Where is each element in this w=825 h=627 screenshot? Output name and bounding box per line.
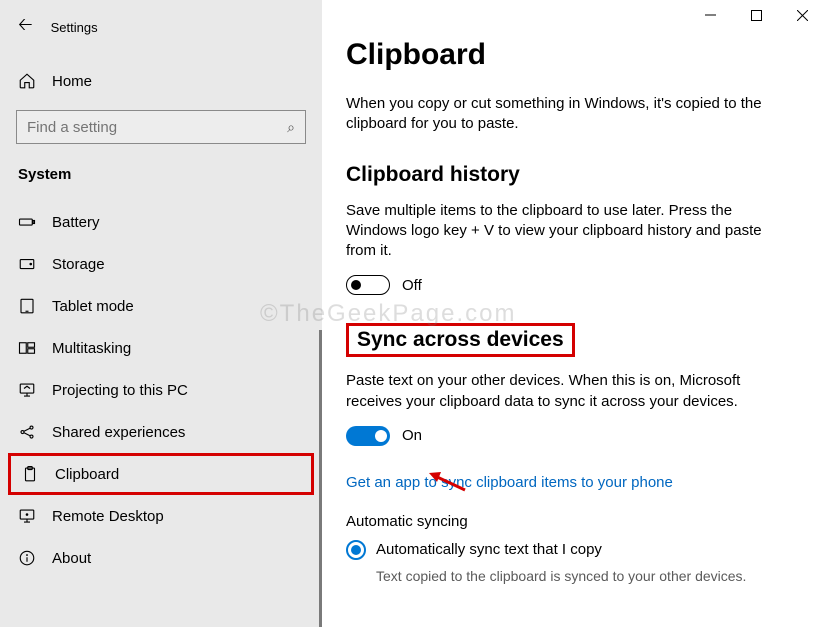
history-heading: Clipboard history bbox=[346, 163, 789, 187]
remote-icon bbox=[18, 507, 36, 525]
battery-icon bbox=[18, 213, 36, 231]
nav-label: Storage bbox=[52, 256, 105, 273]
minimize-icon bbox=[705, 10, 716, 21]
nav-label: About bbox=[52, 550, 91, 567]
sidebar-item-remote[interactable]: Remote Desktop bbox=[0, 495, 322, 537]
window-controls bbox=[687, 0, 825, 30]
auto-sync-radio-label: Automatically sync text that I copy bbox=[376, 541, 602, 558]
sidebar-item-battery[interactable]: Battery bbox=[0, 201, 322, 243]
window-title: Settings bbox=[51, 20, 98, 35]
sidebar-item-about[interactable]: About bbox=[0, 537, 322, 579]
page-intro: When you copy or cut something in Window… bbox=[346, 94, 789, 135]
tablet-icon bbox=[18, 297, 36, 315]
auto-sync-heading: Automatic syncing bbox=[346, 513, 789, 530]
sidebar-item-shared[interactable]: Shared experiences bbox=[0, 411, 322, 453]
sync-toggle-label: On bbox=[402, 427, 422, 444]
nav-label: Projecting to this PC bbox=[52, 382, 188, 399]
nav-label: Multitasking bbox=[52, 340, 131, 357]
main-content: Clipboard When you copy or cut something… bbox=[322, 0, 825, 627]
search-input-container[interactable]: ⌕ bbox=[16, 110, 306, 144]
search-input[interactable] bbox=[27, 119, 287, 136]
sync-app-link[interactable]: Get an app to sync clipboard items to yo… bbox=[346, 474, 673, 491]
nav-label: Shared experiences bbox=[52, 424, 185, 441]
sync-desc: Paste text on your other devices. When t… bbox=[346, 371, 789, 412]
sidebar: 🡠 Settings Home ⌕ System Battery Storage… bbox=[0, 0, 322, 627]
about-icon bbox=[18, 549, 36, 567]
history-toggle-label: Off bbox=[402, 277, 422, 294]
auto-sync-radio[interactable] bbox=[346, 540, 366, 560]
close-button[interactable] bbox=[779, 0, 825, 30]
sidebar-item-multitasking[interactable]: Multitasking bbox=[0, 327, 322, 369]
sidebar-item-tablet[interactable]: Tablet mode bbox=[0, 285, 322, 327]
shared-icon bbox=[18, 423, 36, 441]
home-label: Home bbox=[52, 73, 92, 90]
projecting-icon bbox=[18, 381, 36, 399]
history-desc: Save multiple items to the clipboard to … bbox=[346, 201, 789, 262]
minimize-button[interactable] bbox=[687, 0, 733, 30]
home-icon bbox=[18, 72, 36, 90]
maximize-button[interactable] bbox=[733, 0, 779, 30]
sync-heading-highlight: Sync across devices bbox=[346, 323, 575, 357]
storage-icon bbox=[18, 255, 36, 273]
auto-sync-radio-sub: Text copied to the clipboard is synced t… bbox=[376, 568, 789, 584]
sidebar-item-home[interactable]: Home bbox=[0, 62, 322, 100]
history-toggle[interactable] bbox=[346, 275, 390, 295]
back-arrow-icon[interactable]: 🡠 bbox=[18, 12, 33, 42]
nav-label: Remote Desktop bbox=[52, 508, 164, 525]
nav-label: Battery bbox=[52, 214, 100, 231]
search-icon: ⌕ bbox=[287, 119, 295, 136]
sync-toggle[interactable] bbox=[346, 426, 390, 446]
sidebar-item-clipboard[interactable]: Clipboard bbox=[8, 453, 314, 495]
sidebar-item-projecting[interactable]: Projecting to this PC bbox=[0, 369, 322, 411]
page-title: Clipboard bbox=[346, 38, 789, 72]
close-icon bbox=[797, 10, 808, 21]
nav-label: Tablet mode bbox=[52, 298, 134, 315]
clipboard-icon bbox=[21, 465, 39, 483]
multitasking-icon bbox=[18, 339, 36, 357]
sync-heading: Sync across devices bbox=[357, 328, 564, 352]
sidebar-item-storage[interactable]: Storage bbox=[0, 243, 322, 285]
nav-label: Clipboard bbox=[55, 466, 119, 483]
category-heading: System bbox=[0, 162, 322, 201]
maximize-icon bbox=[751, 10, 762, 21]
